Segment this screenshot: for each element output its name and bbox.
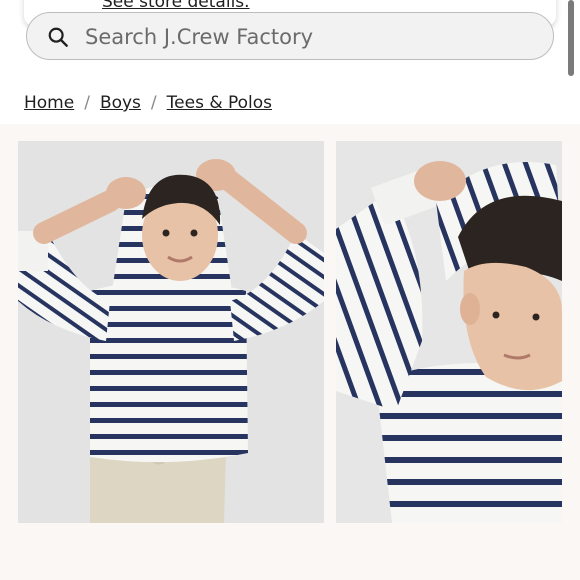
- product-image-hood-detail[interactable]: [336, 141, 562, 523]
- breadcrumb: Home / Boys / Tees & Polos: [24, 90, 272, 116]
- product-gallery: [0, 124, 580, 580]
- page-scrollbar[interactable]: [568, 0, 574, 76]
- product-image-front[interactable]: [18, 141, 324, 523]
- breadcrumb-home[interactable]: Home: [24, 93, 74, 113]
- store-details-link[interactable]: See store details.: [102, 0, 250, 12]
- breadcrumb-separator: /: [84, 93, 90, 113]
- breadcrumb-separator: /: [150, 93, 157, 113]
- search-icon: [48, 27, 68, 47]
- product-photo-front-illustration: [18, 141, 324, 523]
- breadcrumb-tees-polos[interactable]: Tees & Polos: [167, 93, 272, 113]
- product-photo-hood-illustration: [336, 141, 562, 523]
- breadcrumb-boys[interactable]: Boys: [100, 93, 141, 113]
- search-input[interactable]: [83, 19, 527, 55]
- search-bar[interactable]: [26, 12, 554, 60]
